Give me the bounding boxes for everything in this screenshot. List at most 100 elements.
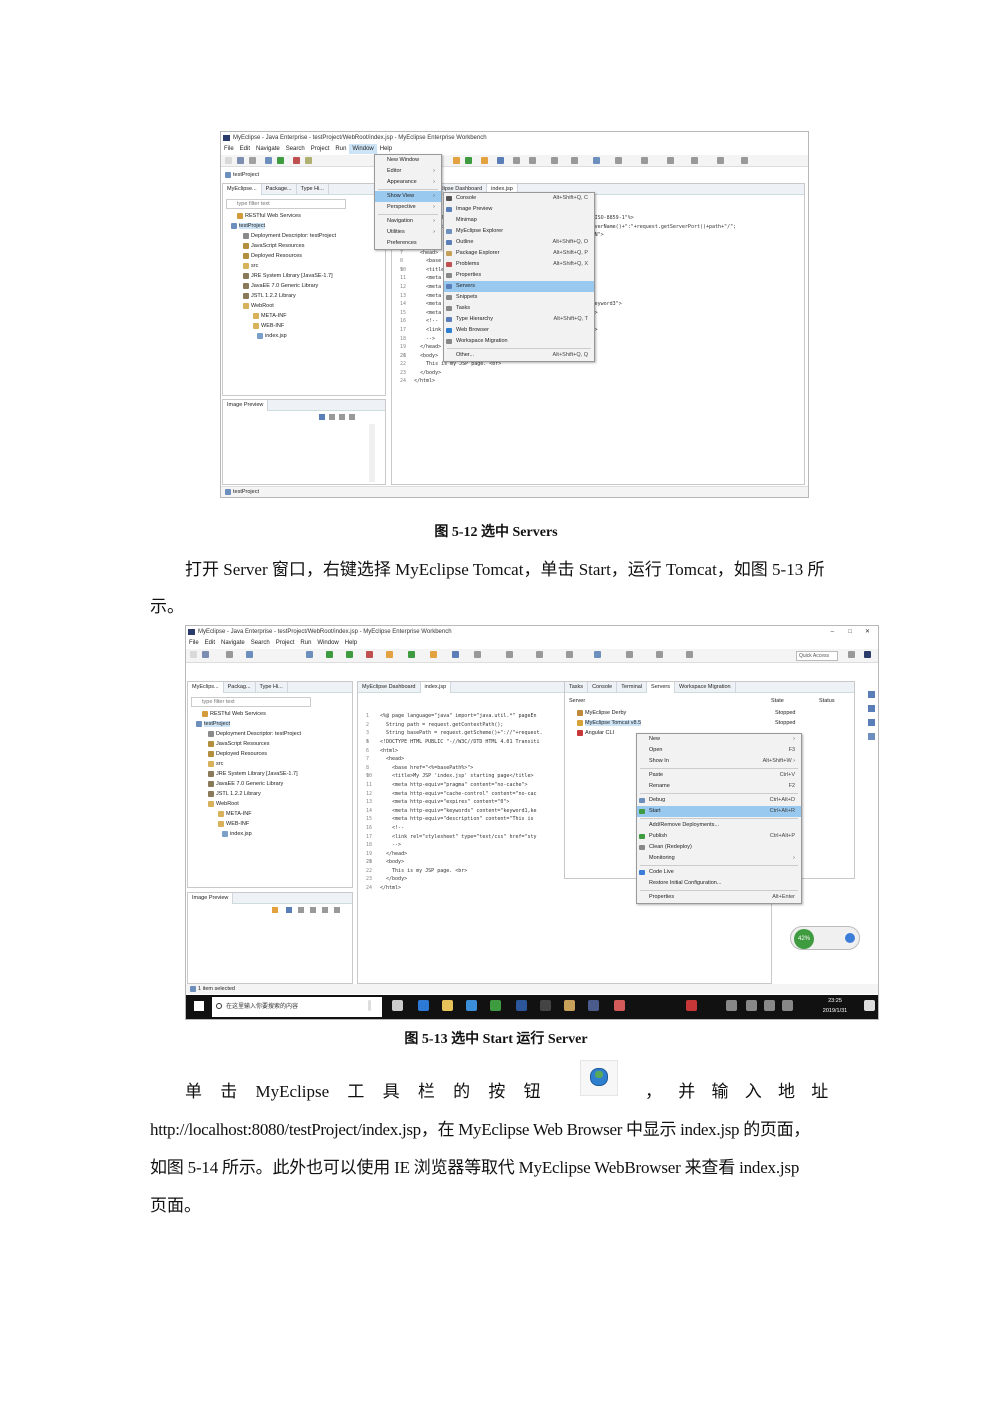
maximize-icon[interactable]: □ [848, 626, 852, 638]
tree-item[interactable]: testProject [190, 719, 350, 729]
menu-item[interactable]: Snippets [444, 292, 594, 303]
menu-item[interactable]: New › [637, 734, 801, 745]
view-icon[interactable] [868, 719, 875, 726]
menu-file[interactable]: File [221, 144, 237, 154]
zoom-icon[interactable] [319, 414, 325, 420]
tab-image-preview[interactable]: Image Preview [188, 893, 234, 904]
tab-console[interactable]: Console [588, 682, 618, 693]
tab-dashboard[interactable]: MyEclipse Dashboard [358, 682, 421, 693]
menu-item[interactable]: Publish Ctrl+Alt+P [637, 831, 801, 842]
menu-item[interactable]: Outline Alt+Shift+Q, O [444, 237, 594, 248]
zoom-icon[interactable] [339, 414, 345, 420]
menu-file[interactable]: File [186, 638, 202, 648]
code-area[interactable]: 1 <%@ page language="java" import="java.u… [366, 695, 566, 925]
close-icon[interactable]: ✕ [865, 626, 870, 638]
tool-icon[interactable] [551, 157, 558, 164]
menu-item[interactable]: Add/Remove Deployments... [637, 820, 801, 831]
menu-item[interactable]: Start Ctrl+Alt+R [637, 806, 801, 817]
tool-icon[interactable] [594, 651, 601, 658]
tree-item[interactable]: index.jsp [225, 331, 385, 341]
menu-item[interactable]: Workspace Migration [444, 336, 594, 347]
menu-navigate[interactable]: Navigate [253, 144, 283, 154]
notification-icon[interactable] [864, 1000, 875, 1011]
tab-workspace-migration[interactable]: Workspace Migration [675, 682, 736, 693]
menu-item[interactable]: Debug Ctrl+Alt+D [637, 795, 801, 806]
menu-help[interactable]: Help [342, 638, 360, 648]
tool-icon[interactable] [246, 651, 253, 658]
menu-item-perspective[interactable]: Perspective › [375, 202, 441, 213]
menu-item[interactable]: Type Hierarchy Alt+Shift+Q, T [444, 314, 594, 325]
tree-item[interactable]: JSTL 1.2.2 Library [190, 789, 350, 799]
quick-access-input[interactable]: Quick Access [796, 651, 838, 661]
tool-icon[interactable] [453, 157, 460, 164]
tool-icon[interactable] [593, 157, 600, 164]
server-row[interactable]: MyEclipse Derby Stopped [569, 708, 849, 718]
task-view-icon[interactable] [392, 1000, 403, 1011]
tool-icon[interactable] [656, 651, 663, 658]
run-icon[interactable] [277, 157, 284, 164]
tab-index-jsp[interactable]: index.jsp [420, 682, 452, 693]
tree-item[interactable]: JRE System Library [JavaSE-1.7] [225, 271, 385, 281]
tab-servers[interactable]: Servers [647, 682, 675, 693]
tool-icon[interactable] [571, 157, 578, 164]
menu-item[interactable]: Image Preview [444, 204, 594, 215]
tool-icon[interactable] [717, 157, 724, 164]
menu-item[interactable]: Properties [444, 270, 594, 281]
menu-item[interactable]: Code Live [637, 867, 801, 878]
menu-item-preferences[interactable]: Preferences [375, 238, 441, 249]
tree-item[interactable]: WebRoot [190, 799, 350, 809]
tab-terminal[interactable]: Terminal [617, 682, 648, 693]
run-icon[interactable] [326, 651, 333, 658]
zoom-icon[interactable] [322, 907, 328, 913]
menu-edit[interactable]: Edit [202, 638, 218, 648]
breadcrumb-project[interactable]: testProject [233, 172, 259, 178]
menu-navigate[interactable]: Navigate [218, 638, 248, 648]
tree-item[interactable]: RESTful Web Services [190, 709, 350, 719]
tree-item[interactable]: JavaEE 7.0 Generic Library [190, 779, 350, 789]
tree-item[interactable]: testProject [225, 221, 385, 231]
tool-icon[interactable] [513, 157, 520, 164]
tool-icon[interactable] [386, 651, 393, 658]
tab-myeclipse-explorer[interactable]: MyEclips... [188, 682, 224, 693]
view-icon[interactable] [868, 691, 875, 698]
zoom-icon[interactable] [272, 907, 278, 913]
tool-icon[interactable] [626, 651, 633, 658]
menu-item-new-window[interactable]: New Window [375, 155, 441, 166]
tree-item[interactable]: JavaScript Resources [225, 241, 385, 251]
tree-item[interactable]: WebRoot [225, 301, 385, 311]
app-icon[interactable] [564, 1000, 575, 1011]
print-icon[interactable] [249, 157, 256, 164]
tool-icon[interactable] [346, 651, 353, 658]
menu-item-appearance[interactable]: Appearance › [375, 177, 441, 188]
tool-icon[interactable] [529, 157, 536, 164]
terminal-icon[interactable] [540, 1000, 551, 1011]
search-icon[interactable] [305, 157, 312, 164]
tool-icon[interactable] [430, 651, 437, 658]
tool-icon[interactable] [226, 651, 233, 658]
preview-scrollbar[interactable] [369, 424, 375, 482]
tree-item[interactable]: Deployment Descriptor: testProject [225, 231, 385, 241]
menu-item[interactable]: Problems Alt+Shift+Q, X [444, 259, 594, 270]
taskbar-search[interactable]: 在这里输入你要搜索的内容 [212, 997, 382, 1017]
tab-package-explorer[interactable]: Package... [262, 184, 297, 195]
filter-input[interactable]: type filter text [191, 697, 311, 707]
tree-item[interactable]: JSTL 1.2.2 Library [225, 291, 385, 301]
menu-search[interactable]: Search [283, 144, 308, 154]
tool-icon[interactable] [452, 651, 459, 658]
tool-icon[interactable] [686, 651, 693, 658]
start-icon[interactable] [194, 1001, 204, 1011]
zoom-icon[interactable] [349, 414, 355, 420]
tool-icon[interactable] [474, 651, 481, 658]
tree-item[interactable]: WEB-INF [190, 819, 350, 829]
menu-item[interactable]: Rename F2 [637, 781, 801, 792]
tray-icon[interactable] [782, 1000, 793, 1011]
tool-icon[interactable] [691, 157, 698, 164]
tray-icon[interactable] [764, 1000, 775, 1011]
menu-item[interactable]: MyEclipse Explorer [444, 226, 594, 237]
tool-icon[interactable] [408, 651, 415, 658]
tool-icon[interactable] [641, 157, 648, 164]
zoom-icon[interactable] [310, 907, 316, 913]
menu-item[interactable]: Properties Alt+Enter [637, 892, 801, 903]
tree-item[interactable]: Deployment Descriptor: testProject [190, 729, 350, 739]
app-icon[interactable] [490, 1000, 501, 1011]
